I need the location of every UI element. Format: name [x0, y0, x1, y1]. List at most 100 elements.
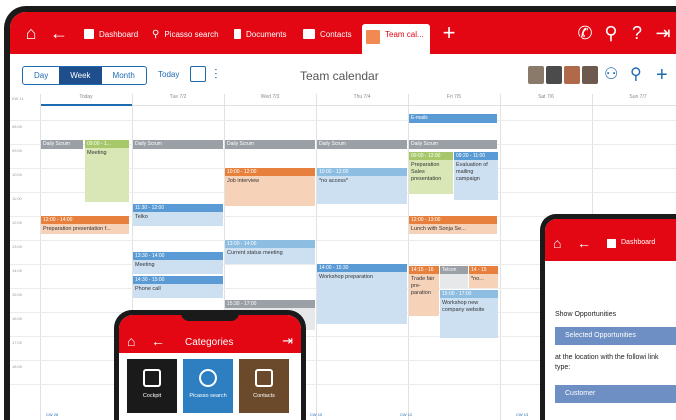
avatar[interactable]: [546, 66, 562, 84]
logout-icon[interactable]: ⇥: [652, 22, 674, 44]
calendar-event[interactable]: 12:00 - 14:00 Preparation presentation f…: [41, 216, 129, 234]
avatar[interactable]: [528, 66, 544, 84]
calendar-event[interactable]: 13:00 - 14:00 Current status meeting: [225, 240, 315, 264]
calendar-event[interactable]: 11:30 - 12:00 Telko: [133, 204, 223, 226]
event-title: Phone call: [135, 286, 161, 292]
time-label: 10:00: [12, 172, 23, 177]
week-view-button[interactable]: Week: [59, 67, 102, 84]
calendar-event[interactable]: Daily Scrum: [133, 140, 223, 149]
tab-label: Contacts: [320, 29, 352, 39]
time-label: 11:00: [12, 196, 22, 201]
day-header[interactable]: Wed 7/3: [224, 94, 316, 106]
tab-team-calendar[interactable]: Team cal...: [362, 24, 430, 54]
month-view-button[interactable]: Month: [102, 67, 146, 84]
day-header[interactable]: Tue 7/2: [132, 94, 224, 106]
tab-contacts[interactable]: Contacts: [303, 24, 352, 44]
week-label[interactable]: CW 26: [46, 412, 58, 417]
day-header[interactable]: Thu 7/4: [316, 94, 408, 106]
tab-dashboard[interactable]: Dashboard: [84, 24, 138, 44]
today-button[interactable]: Today: [158, 70, 179, 79]
tab-picasso-search[interactable]: ⚲ Picasso search: [152, 24, 219, 44]
document-icon: [234, 29, 241, 39]
tile-cockpit[interactable]: Cockpit: [127, 359, 177, 413]
calendar-event[interactable]: Telcon: [440, 266, 468, 288]
filter-settings-icon[interactable]: ⫶: [214, 66, 230, 82]
grid-line: [10, 120, 676, 121]
day-header[interactable]: Sat 7/6: [500, 94, 592, 106]
calendar-event[interactable]: 13:30 - 14:00 Meeting: [133, 252, 223, 274]
back-arrow-icon[interactable]: ←: [48, 22, 70, 44]
calendar-event[interactable]: 10:00 - 12:00 Job interview: [225, 168, 315, 206]
calendar-event[interactable]: 14:15 - 16 Trade fair pre-paration: [409, 266, 439, 316]
calendar-event[interactable]: Daily Scrum: [41, 140, 83, 149]
customer-button[interactable]: Customer: [555, 385, 676, 403]
tab-documents[interactable]: Documents: [234, 24, 286, 44]
time-label: 08:00: [12, 124, 23, 129]
calendar-event[interactable]: 09:00 - 12:00 Preparation Sales presenta…: [409, 152, 453, 194]
calendar-event[interactable]: 14:00 - 15:30 Workshop preparation: [317, 264, 407, 324]
time-label: 09:00: [12, 148, 23, 153]
calendar-event[interactable]: 15:00 - 17:00 Workshop new company websi…: [440, 290, 498, 338]
calendar-picker-icon[interactable]: [190, 66, 206, 82]
calendar-event[interactable]: 09:00 - 1... Meeting: [85, 140, 129, 202]
event-title: Meeting: [87, 150, 107, 156]
contacts-icon: [303, 29, 315, 39]
add-tab-icon[interactable]: +: [438, 22, 460, 44]
tab-dashboard[interactable]: Dashboard: [621, 239, 655, 246]
tile-label: Picasso search: [189, 393, 227, 399]
add-event-icon[interactable]: +: [656, 65, 668, 85]
back-arrow-icon[interactable]: ←: [151, 333, 165, 349]
event-title: Evaluation of mailing campaign: [456, 162, 488, 182]
tab-label: Documents: [246, 29, 287, 39]
event-time: 14:00 - 15:30: [317, 264, 407, 272]
dashboard-icon: [84, 29, 94, 39]
tile-label: Contacts: [253, 393, 275, 399]
tile-picasso-search[interactable]: Picasso search: [183, 359, 233, 413]
calendar-event[interactable]: Daily Scrum: [409, 140, 497, 149]
avatar[interactable]: [582, 66, 598, 84]
calendar-event[interactable]: 14 - 15 *no...: [469, 266, 498, 288]
event-time: 10:00 - 12:00: [317, 168, 407, 176]
day-header[interactable]: Fri 7/5: [408, 94, 500, 106]
event-title: Trade fair pre-paration: [411, 276, 435, 296]
event-title: Meeting: [135, 262, 155, 268]
calendar-event[interactable]: Daily Scrum: [225, 140, 315, 149]
event-title: *no access*: [319, 178, 349, 184]
calendar-event[interactable]: Daily Scrum: [317, 140, 407, 149]
cockpit-icon: [143, 369, 161, 387]
day-view-button[interactable]: Day: [23, 67, 59, 84]
home-icon[interactable]: ⌂: [20, 22, 42, 44]
back-arrow-icon[interactable]: ←: [577, 235, 591, 251]
week-label[interactable]: CW 10: [310, 412, 322, 417]
add-user-icon[interactable]: ⚇: [604, 66, 618, 84]
phone-icon[interactable]: ✆: [574, 22, 596, 44]
week-label[interactable]: CW 13: [516, 412, 528, 417]
avatar[interactable]: [564, 66, 580, 84]
week-label[interactable]: CW 12: [400, 412, 412, 417]
search-icon[interactable]: ⚲: [600, 22, 622, 44]
page-title: Team calendar: [300, 69, 379, 83]
time-label: 17:00: [12, 340, 23, 345]
tab-label: Picasso search: [164, 29, 219, 39]
tile-contacts[interactable]: Contacts: [239, 359, 289, 413]
phone-device: ⌂ ← Categories ⇥ Cockpit Picasso search …: [114, 310, 306, 420]
search-icon: [199, 369, 217, 387]
event-title: Preparation presentation f...: [43, 226, 111, 232]
logout-icon[interactable]: ⇥: [282, 333, 293, 349]
user-search-icon[interactable]: ⚲: [630, 66, 642, 84]
event-time: 14:30 - 15:00: [133, 276, 223, 284]
tab-label: Team cal...: [385, 30, 424, 39]
calendar-event[interactable]: 09:20 - 11:00 Evaluation of mailing camp…: [454, 152, 498, 200]
calendar-icon: [366, 30, 380, 44]
help-icon[interactable]: ?: [626, 22, 648, 44]
day-header[interactable]: Today: [40, 94, 132, 106]
day-header[interactable]: Sun 7/7: [592, 94, 676, 106]
calendar-event[interactable]: E-mails: [409, 114, 497, 123]
calendar-event[interactable]: 10:00 - 12:00 *no access*: [317, 168, 407, 204]
calendar-event[interactable]: 14:30 - 15:00 Phone call: [133, 276, 223, 298]
calendar-event[interactable]: 12:00 - 13:00 Lunch with Sonja Se...: [409, 216, 497, 234]
dashboard-icon: [607, 239, 616, 248]
home-icon[interactable]: ⌂: [553, 235, 561, 251]
home-icon[interactable]: ⌂: [127, 333, 135, 349]
selected-opportunities-button[interactable]: Selected Opportunities: [555, 327, 676, 345]
